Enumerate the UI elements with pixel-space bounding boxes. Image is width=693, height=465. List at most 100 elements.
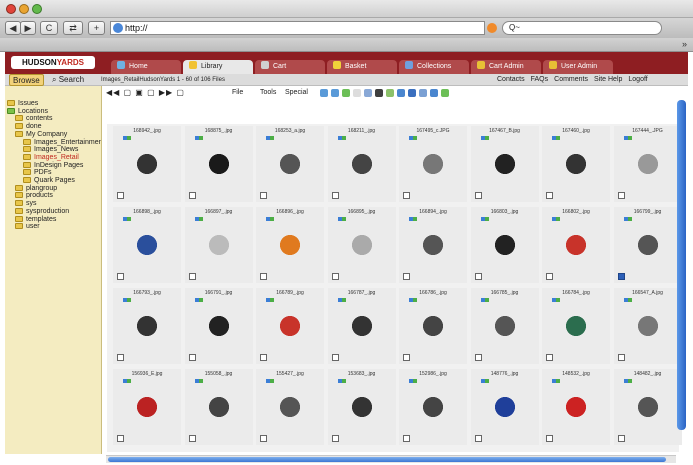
link-faqs[interactable]: FAQs bbox=[531, 76, 549, 83]
file-thumbnail[interactable]: 148776_.jpg bbox=[470, 369, 539, 445]
menu-file[interactable]: File bbox=[232, 89, 243, 96]
file-thumbnail[interactable]: 166799_.jpg bbox=[613, 207, 682, 283]
select-checkbox[interactable] bbox=[546, 273, 553, 280]
link-comments[interactable]: Comments bbox=[554, 76, 588, 83]
link-logoff[interactable]: Logoff bbox=[628, 76, 647, 83]
share-icon[interactable] bbox=[408, 89, 416, 97]
folder-item[interactable]: user bbox=[7, 223, 101, 231]
folder-item[interactable]: contents bbox=[7, 115, 101, 123]
product-image[interactable] bbox=[127, 144, 167, 184]
file-thumbnail[interactable]: 166898_.jpg bbox=[113, 207, 181, 283]
tab-cart[interactable]: Cart bbox=[255, 60, 325, 74]
product-image[interactable] bbox=[484, 144, 525, 184]
select-checkbox[interactable] bbox=[403, 354, 410, 361]
file-thumbnail[interactable]: 167467_B.jpg bbox=[470, 126, 539, 202]
file-thumbnail[interactable]: 166802_.jpg bbox=[542, 207, 610, 283]
select-checkbox[interactable] bbox=[403, 435, 410, 442]
file-thumbnail[interactable]: 168942_.jpg bbox=[113, 126, 181, 202]
bookmark-icon[interactable]: ⇄ bbox=[63, 21, 83, 35]
folder-item[interactable]: sys bbox=[7, 200, 101, 208]
close-window-button[interactable] bbox=[6, 4, 16, 14]
cart-icon[interactable] bbox=[419, 89, 427, 97]
product-image[interactable] bbox=[413, 306, 453, 346]
file-thumbnail[interactable]: 148532_.jpg bbox=[542, 369, 610, 445]
product-image[interactable] bbox=[484, 387, 525, 427]
tab-collections[interactable]: Collections bbox=[399, 60, 469, 74]
file-thumbnail[interactable]: 166787_.jpg bbox=[327, 288, 396, 364]
file-thumbnail[interactable]: 167460_.jpg bbox=[542, 126, 610, 202]
tab-basket[interactable]: Basket bbox=[327, 60, 397, 74]
product-image[interactable] bbox=[627, 306, 668, 346]
product-image[interactable] bbox=[413, 225, 453, 265]
product-image[interactable] bbox=[198, 387, 239, 427]
download-icon[interactable] bbox=[386, 89, 394, 97]
address-bar[interactable]: http:// bbox=[110, 21, 485, 35]
product-image[interactable] bbox=[270, 387, 310, 427]
product-image[interactable] bbox=[127, 225, 167, 265]
settings-icon[interactable] bbox=[430, 89, 438, 97]
menu-tools[interactable]: Tools bbox=[260, 89, 276, 96]
product-image[interactable] bbox=[341, 387, 382, 427]
select-checkbox[interactable] bbox=[546, 354, 553, 361]
link-site-help[interactable]: Site Help bbox=[594, 76, 622, 83]
product-image[interactable] bbox=[627, 225, 668, 265]
document-icon[interactable] bbox=[353, 89, 361, 97]
file-thumbnail[interactable]: 155058_.jpg bbox=[184, 369, 253, 445]
product-image[interactable] bbox=[198, 144, 239, 184]
folder-item[interactable]: templates bbox=[7, 215, 101, 224]
forward-button[interactable]: ▶ bbox=[20, 21, 36, 35]
product-image[interactable] bbox=[341, 306, 382, 346]
product-image[interactable] bbox=[627, 387, 668, 427]
bookmarks-overflow-icon[interactable]: » bbox=[682, 39, 687, 49]
file-thumbnail[interactable]: 168211_.jpg bbox=[327, 126, 396, 202]
reload-button[interactable]: C bbox=[40, 21, 58, 35]
product-image[interactable] bbox=[270, 306, 310, 346]
product-image[interactable] bbox=[127, 306, 167, 346]
refresh-icon[interactable] bbox=[342, 89, 350, 97]
product-image[interactable] bbox=[413, 144, 453, 184]
select-checkbox[interactable] bbox=[474, 354, 482, 361]
select-checkbox[interactable] bbox=[260, 435, 267, 442]
select-checkbox[interactable] bbox=[188, 273, 196, 280]
rss-icon[interactable] bbox=[487, 23, 497, 33]
file-thumbnail[interactable]: 166785_.jpg bbox=[470, 288, 539, 364]
file-thumbnail[interactable]: 152986_.jpg bbox=[399, 369, 467, 445]
file-thumbnail[interactable]: 168253_a.jpg bbox=[256, 126, 324, 202]
browse-button[interactable]: Browse bbox=[9, 74, 44, 86]
select-checkbox[interactable] bbox=[617, 273, 625, 280]
move-left-icon[interactable] bbox=[320, 89, 328, 97]
file-thumbnail[interactable]: 155427_.jpg bbox=[256, 369, 324, 445]
product-image[interactable] bbox=[341, 225, 382, 265]
select-checkbox[interactable] bbox=[403, 192, 410, 199]
link-contacts[interactable]: Contacts bbox=[497, 76, 525, 83]
folder-item[interactable]: Images_News bbox=[7, 146, 101, 154]
folder-item[interactable]: sysproduction bbox=[7, 207, 101, 216]
select-checkbox[interactable] bbox=[546, 435, 553, 442]
select-checkbox[interactable] bbox=[546, 192, 553, 199]
horizontal-scroll-thumb[interactable] bbox=[108, 457, 666, 462]
select-checkbox[interactable] bbox=[474, 273, 482, 280]
select-checkbox[interactable] bbox=[117, 354, 124, 361]
select-checkbox[interactable] bbox=[617, 192, 625, 199]
move-right-icon[interactable] bbox=[331, 89, 339, 97]
folder-item[interactable]: PDFs bbox=[7, 169, 101, 177]
file-thumbnail[interactable]: 166793_.jpg bbox=[113, 288, 181, 364]
file-thumbnail[interactable]: 166897_.jpg bbox=[184, 207, 253, 283]
back-button[interactable]: ◀ bbox=[5, 21, 21, 35]
select-checkbox[interactable] bbox=[331, 435, 339, 442]
file-thumbnail[interactable]: 166803_.jpg bbox=[470, 207, 539, 283]
file-thumbnail[interactable]: 166791_.jpg bbox=[184, 288, 253, 364]
select-checkbox[interactable] bbox=[117, 192, 124, 199]
folder-item[interactable]: done bbox=[7, 123, 101, 131]
product-image[interactable] bbox=[413, 387, 453, 427]
search-field[interactable]: Q~ bbox=[502, 21, 662, 35]
select-checkbox[interactable] bbox=[188, 435, 196, 442]
export-icon[interactable] bbox=[441, 89, 449, 97]
product-image[interactable] bbox=[198, 225, 239, 265]
layout-icon[interactable] bbox=[375, 89, 383, 97]
vertical-scrollbar[interactable] bbox=[677, 100, 686, 430]
product-image[interactable] bbox=[556, 144, 596, 184]
hudson-yards-logo[interactable]: HUDSONYARDS bbox=[11, 56, 95, 69]
select-checkbox[interactable] bbox=[117, 435, 124, 442]
folder-item[interactable]: My Company bbox=[7, 130, 101, 139]
